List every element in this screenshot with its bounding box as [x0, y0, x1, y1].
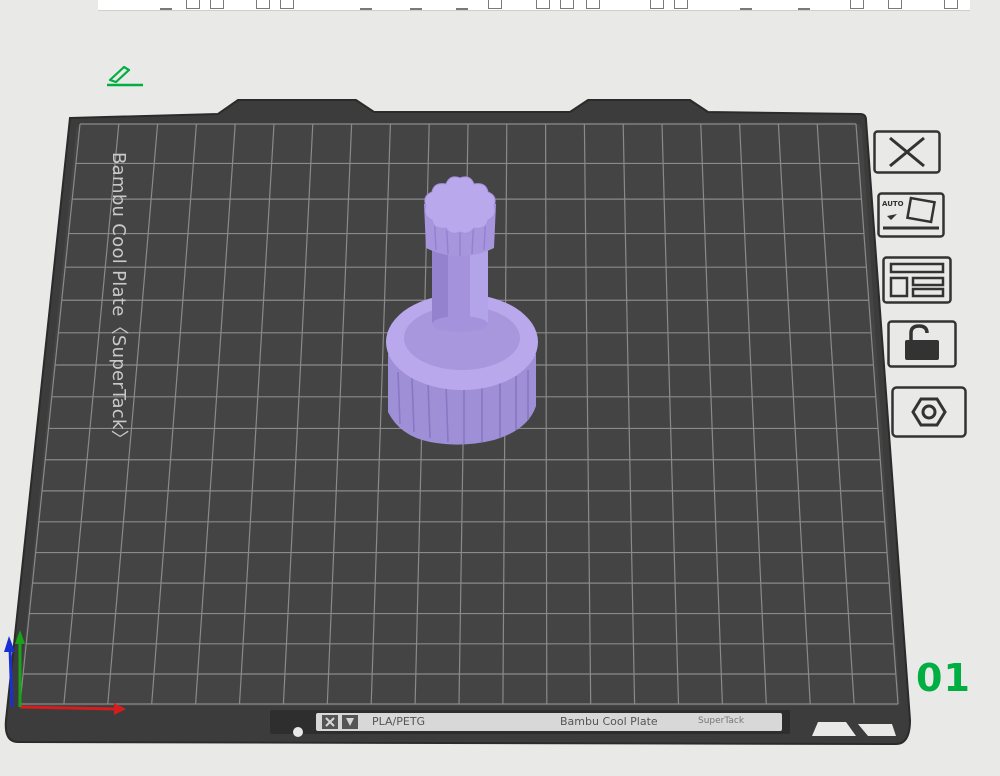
- plate-hole: [293, 727, 303, 737]
- plate-settings-button[interactable]: [891, 386, 967, 438]
- remove-plate-button[interactable]: [873, 130, 941, 174]
- build-plate[interactable]: [0, 0, 1000, 776]
- settings-hex-icon: [891, 386, 967, 438]
- auto-orient-icon: AUTO: [877, 192, 945, 238]
- close-icon: [873, 130, 941, 174]
- plate-name: Bambu Cool Plate〈SuperTack〉: [108, 152, 129, 449]
- plate-type-label: Bambu Cool Plate: [560, 715, 658, 728]
- unlock-icon: [887, 320, 957, 368]
- lock-plate-button[interactable]: [887, 320, 957, 368]
- arrange-icon: [882, 256, 952, 304]
- filament-icons: [322, 715, 364, 729]
- arrange-button[interactable]: [882, 256, 952, 304]
- auto-orient-button[interactable]: AUTO: [877, 192, 945, 238]
- filament-type-label: PLA/PETG: [372, 715, 426, 728]
- svg-text:AUTO: AUTO: [882, 200, 904, 208]
- plate-type-sub-label: SuperTack: [698, 716, 745, 726]
- plate-number: 01: [916, 656, 971, 700]
